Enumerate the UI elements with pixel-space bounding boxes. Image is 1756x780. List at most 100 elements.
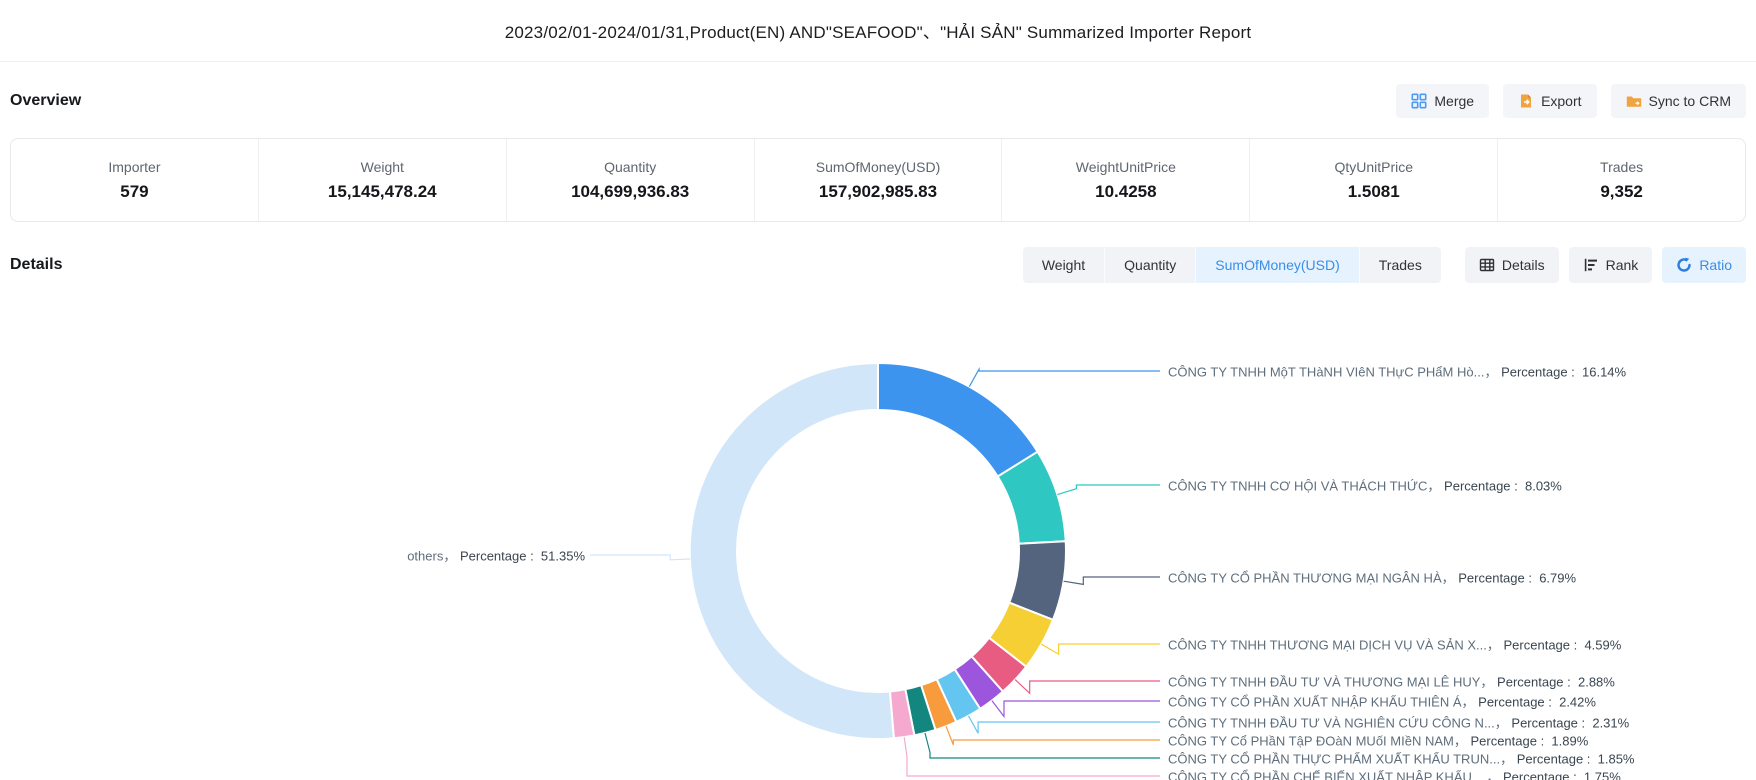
pie-label-company: CÔNG TY CỔ PHẦN THỰC PHẨM XUẤT KHẨU TRUN… bbox=[1168, 752, 1500, 767]
sync-icon bbox=[1626, 93, 1642, 109]
pie-label-line bbox=[992, 701, 1160, 717]
stat-value: 10.4258 bbox=[1095, 182, 1156, 202]
pie-label-separator: ， bbox=[1486, 770, 1503, 780]
export-button[interactable]: Export bbox=[1503, 84, 1596, 118]
pie-label-separator: ， bbox=[1442, 571, 1459, 586]
pie-label-separator: ， bbox=[1500, 752, 1517, 767]
tab-trades[interactable]: Trades bbox=[1359, 247, 1441, 283]
pie-label-percentage: Percentage : 1.85% bbox=[1517, 752, 1635, 767]
pie-label-separator: ， bbox=[1495, 716, 1512, 731]
stat-value: 9,352 bbox=[1600, 182, 1643, 202]
merge-icon bbox=[1411, 93, 1427, 109]
details-controls: WeightQuantitySumOfMoney(USD)Trades Deta… bbox=[1023, 247, 1746, 283]
stat-label: Importer bbox=[108, 159, 160, 175]
importer-ratio-pie-chart: CÔNG TY TNHH MộT THàNH VIêN THựC PHẩM Hò… bbox=[0, 286, 1756, 780]
overview-actions: Merge Export Sync to CRM bbox=[1396, 84, 1746, 118]
pie-label: CÔNG TY CỔ PHẦN XUẤT NHẬP KHẨU THIÊN Á， … bbox=[1168, 692, 1596, 711]
pie-label: others， Percentage : 51.35% bbox=[407, 546, 585, 565]
stat-value: 15,145,478.24 bbox=[328, 182, 437, 202]
report-title-bar: 2023/02/01-2024/01/31,Product(EN) AND"SE… bbox=[0, 0, 1756, 62]
pie-label-separator: ， bbox=[1484, 365, 1501, 380]
export-icon bbox=[1518, 93, 1534, 109]
pie-label-percentage: Percentage : 1.75% bbox=[1503, 770, 1621, 780]
stat-label: SumOfMoney(USD) bbox=[816, 159, 940, 175]
details-section-header: Details WeightQuantitySumOfMoney(USD)Tra… bbox=[0, 222, 1756, 284]
pie-label-percentage: Percentage : 51.35% bbox=[460, 549, 585, 564]
pie-label-percentage: Percentage : 2.42% bbox=[1478, 695, 1596, 710]
stat-sumofmoney-usd-: SumOfMoney(USD) 157,902,985.83 bbox=[754, 139, 1002, 221]
pie-label: CÔNG TY Cổ PHầN TậP ĐOàN MUốI MIềN NAM， … bbox=[1168, 731, 1588, 750]
pie-label-line bbox=[1015, 680, 1160, 694]
pie-label-line bbox=[590, 555, 690, 560]
pie-label: CÔNG TY CỔ PHẦN THỰC PHẨM XUẤT KHẨU TRUN… bbox=[1168, 749, 1635, 768]
view-buttons: Details Rank Ratio bbox=[1465, 247, 1746, 283]
stat-trades: Trades 9,352 bbox=[1497, 139, 1745, 221]
button-label: Sync to CRM bbox=[1649, 93, 1731, 109]
stat-value: 579 bbox=[120, 182, 148, 202]
pie-slice-0[interactable] bbox=[878, 363, 1038, 477]
pie-label-company: CÔNG TY TNHH THƯƠNG MẠI DỊCH VỤ VÀ SẢN X… bbox=[1168, 638, 1487, 653]
merge-button[interactable]: Merge bbox=[1396, 84, 1489, 118]
pie-label-company: CÔNG TY TNHH ĐẦU TƯ VÀ NGHIÊN CỨU CÔNG N… bbox=[1168, 716, 1495, 731]
stat-weight: Weight 15,145,478.24 bbox=[258, 139, 506, 221]
metric-tabs: WeightQuantitySumOfMoney(USD)Trades bbox=[1023, 247, 1441, 283]
pie-label-separator: ， bbox=[1427, 479, 1444, 494]
stat-quantity: Quantity 104,699,936.83 bbox=[506, 139, 754, 221]
rank-view-button[interactable]: Rank bbox=[1569, 247, 1653, 283]
pie-label-separator: ， bbox=[1462, 695, 1479, 710]
stat-value: 104,699,936.83 bbox=[571, 182, 689, 202]
pie-label-percentage: Percentage : 4.59% bbox=[1504, 638, 1622, 653]
stat-weightunitprice: WeightUnitPrice 10.4258 bbox=[1001, 139, 1249, 221]
pie-label-company: CÔNG TY TNHH CƠ HỘI VÀ THÁCH THỨC bbox=[1168, 479, 1427, 494]
details-icon bbox=[1479, 257, 1495, 273]
pie-label-percentage: Percentage : 1.89% bbox=[1470, 734, 1588, 749]
button-label: Details bbox=[1502, 257, 1545, 273]
pie-label: CÔNG TY CỔ PHẦN CHẾ BIẾN XUẤT NHẬP KHẨU … bbox=[1168, 767, 1621, 780]
pie-label-line bbox=[969, 369, 1160, 387]
rank-icon bbox=[1583, 257, 1599, 273]
overview-heading: Overview bbox=[10, 92, 81, 110]
pie-label-company: others bbox=[407, 549, 443, 564]
button-label: Export bbox=[1541, 93, 1581, 109]
ratio-icon bbox=[1676, 257, 1692, 273]
pie-label-separator: ， bbox=[1480, 675, 1497, 690]
pie-label-company: CÔNG TY Cổ PHầN TậP ĐOàN MUốI MIềN NAM bbox=[1168, 734, 1454, 749]
stat-label: Trades bbox=[1600, 159, 1643, 175]
pie-label: CÔNG TY CỔ PHẦN THƯƠNG MẠI NGÂN HÀ， Perc… bbox=[1168, 568, 1576, 587]
pie-label-line bbox=[925, 733, 1160, 758]
pie-label-line bbox=[1064, 577, 1160, 584]
pie-label-company: CÔNG TY TNHH ĐẦU TƯ VÀ THƯƠNG MẠI LÊ HUY bbox=[1168, 675, 1480, 690]
tab-sumofmoney-usd-[interactable]: SumOfMoney(USD) bbox=[1195, 247, 1358, 283]
pie-label: CÔNG TY TNHH MộT THàNH VIêN THựC PHẩM Hò… bbox=[1168, 362, 1626, 381]
details-view-button[interactable]: Details bbox=[1465, 247, 1559, 283]
details-heading: Details bbox=[10, 256, 62, 274]
pie-label-percentage: Percentage : 2.88% bbox=[1497, 675, 1615, 690]
overview-section-header: Overview Merge Export Sync to CRM bbox=[0, 62, 1756, 120]
pie-label-line bbox=[969, 716, 1161, 734]
pie-label-line bbox=[1041, 644, 1160, 654]
tab-quantity[interactable]: Quantity bbox=[1104, 247, 1195, 283]
pie-label-percentage: Percentage : 2.31% bbox=[1511, 716, 1629, 731]
pie-slice-others[interactable] bbox=[690, 363, 894, 739]
stat-label: WeightUnitPrice bbox=[1076, 159, 1176, 175]
tab-weight[interactable]: Weight bbox=[1023, 247, 1104, 283]
pie-label-percentage: Percentage : 16.14% bbox=[1501, 365, 1626, 380]
stat-label: Weight bbox=[361, 159, 404, 175]
ratio-view-button[interactable]: Ratio bbox=[1662, 247, 1746, 283]
pie-label: CÔNG TY TNHH ĐẦU TƯ VÀ NGHIÊN CỨU CÔNG N… bbox=[1168, 713, 1629, 732]
button-label: Rank bbox=[1606, 257, 1639, 273]
pie-label: CÔNG TY TNHH ĐẦU TƯ VÀ THƯƠNG MẠI LÊ HUY… bbox=[1168, 672, 1615, 691]
stat-importer: Importer 579 bbox=[11, 139, 258, 221]
pie-label: CÔNG TY TNHH CƠ HỘI VÀ THÁCH THỨC， Perce… bbox=[1168, 476, 1562, 495]
stat-label: Quantity bbox=[604, 159, 656, 175]
pie-label-percentage: Percentage : 6.79% bbox=[1458, 571, 1576, 586]
stat-value: 157,902,985.83 bbox=[819, 182, 937, 202]
report-title: 2023/02/01-2024/01/31,Product(EN) AND"SE… bbox=[505, 18, 1252, 43]
stat-value: 1.5081 bbox=[1348, 182, 1400, 202]
sync-to-crm-button[interactable]: Sync to CRM bbox=[1611, 84, 1746, 118]
pie-label-company: CÔNG TY CỔ PHẦN THƯƠNG MẠI NGÂN HÀ bbox=[1168, 571, 1442, 586]
stat-label: QtyUnitPrice bbox=[1334, 159, 1413, 175]
pie-label-line bbox=[1057, 485, 1160, 495]
pie-label-company: CÔNG TY CỔ PHẦN CHẾ BIẾN XUẤT NHẬP KHẨU … bbox=[1168, 770, 1486, 780]
pie-label-company: CÔNG TY CỔ PHẦN XUẤT NHẬP KHẨU THIÊN Á bbox=[1168, 695, 1462, 710]
